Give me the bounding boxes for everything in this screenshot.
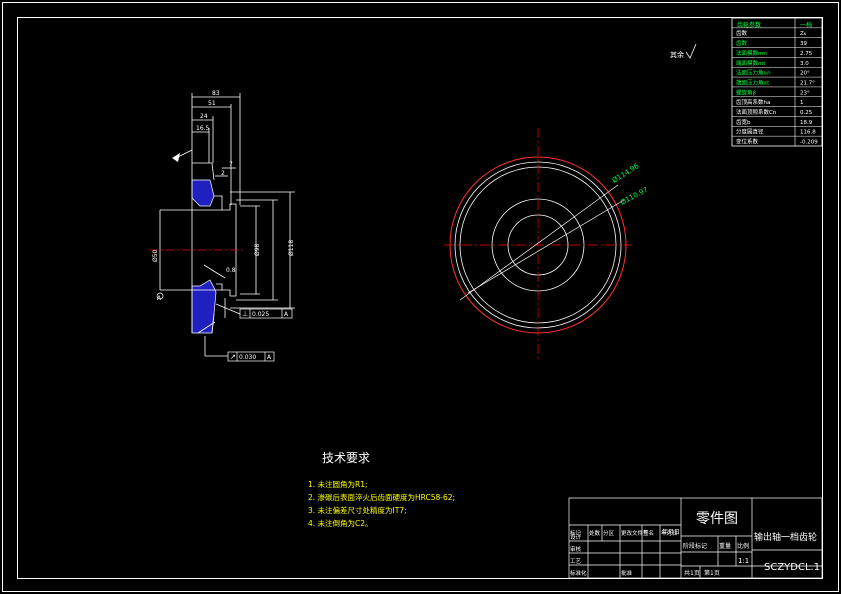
dim-24: 24	[200, 113, 208, 120]
tech-req-item-2: 2. 渗碳后表面淬火后齿面硬度为HRC58-62;	[308, 492, 455, 502]
dim-2: 2	[221, 170, 225, 177]
param-row-value: 39	[800, 41, 807, 47]
param-row-label: 法面顶隙系数Cn	[736, 108, 777, 116]
cad-drawing-canvas: ⊥ 0.025 A ↗ 0.030 A 83 51 24 16.5 7 2 0.…	[2, 2, 839, 592]
title-block-part-name: 输出轴一档齿轮	[754, 531, 817, 543]
param-row-value: 23°	[800, 90, 810, 96]
title-block-rev-label: 签名	[643, 529, 654, 537]
param-row-label: 齿宽b	[736, 118, 751, 126]
tech-req-item-1: 1. 未注圆角为R1;	[308, 479, 368, 489]
title-block-role-label: 工艺	[570, 558, 582, 565]
title-block-sheet-no: 第1页	[704, 569, 720, 577]
param-row-label: 法面压力角αn	[736, 69, 771, 77]
tol-2-value: 0.030	[239, 354, 256, 361]
tol-1-datum: A	[284, 311, 289, 318]
param-row-value: 21.7°	[800, 80, 815, 86]
dim-d98: Ø98	[254, 243, 261, 256]
param-row-value: Z₆	[800, 31, 807, 37]
tol-1-value: 0.025	[252, 311, 269, 318]
param-row-value: 3.0	[800, 61, 809, 67]
tol-2-datum: A	[267, 354, 272, 361]
outer-border	[2, 2, 839, 592]
param-row-label: 齿数	[736, 29, 748, 37]
param-row-value: 20°	[800, 71, 810, 77]
param-row-label: 端面压力角αt	[736, 78, 770, 86]
dim-d114-96: Ø114.96	[611, 162, 641, 185]
title-block-role-label: 设计	[570, 533, 582, 541]
title-block-title: 零件图	[696, 511, 738, 527]
param-header-value: 一档	[800, 21, 812, 29]
title-block-weight: 重量	[719, 542, 731, 550]
roughness-symbol-icon	[685, 43, 697, 59]
title-block-code: SCZYDCL.1	[764, 562, 820, 573]
roughness-mark	[172, 153, 180, 162]
diameter-leader	[459, 184, 619, 301]
param-row-label: 变位系数	[736, 138, 759, 146]
param-row-value: 116.8	[800, 130, 816, 136]
tol-1-symbol: ⊥	[242, 310, 248, 318]
param-header-label: 齿轮参数	[737, 21, 761, 29]
roughness-other-label: 其余	[670, 50, 684, 59]
dim-83: 83	[212, 90, 220, 97]
title-block-scale: 1:1	[738, 557, 749, 565]
title-block-sheet-total: 共1页	[684, 569, 700, 577]
title-block-scale-label: 比例	[737, 542, 749, 550]
tol-2-symbol: ↗	[230, 353, 236, 361]
tech-req-item-4: 4. 未注倒角为C2。	[308, 518, 373, 528]
param-row-label: 齿数	[736, 39, 748, 47]
title-block-rev-label: 分区	[603, 529, 615, 537]
side-section-view: ⊥ 0.025 A ↗ 0.030 A 83 51 24 16.5 7 2 0.…	[150, 90, 295, 362]
title-block-stage-mark: 阶段标记	[683, 542, 707, 550]
dim-d50: Ø50	[152, 249, 159, 262]
dim-d118: Ø118	[288, 240, 295, 256]
tolerance-frame-2: ↗ 0.030 A	[227, 351, 275, 362]
tech-req-item-3: 3. 未注偏差尺寸处精度为IT7;	[308, 505, 407, 515]
param-row-value: -0.209	[800, 140, 818, 146]
param-row-label: 齿顶高系数ha	[736, 98, 770, 106]
dim-16-5: 16.5	[196, 125, 210, 132]
dim-d110-97: Ø110.97	[619, 186, 649, 207]
front-view: Ø114.96 Ø110.97	[444, 128, 649, 362]
param-row-value: 18.9	[800, 120, 813, 126]
param-table: 齿轮参数 一档 齿数 Z₆ 齿数 39 法面模数mn 2.75 端面模数mt 3.0 法面压力角…	[731, 17, 823, 147]
dim-51: 51	[208, 100, 216, 107]
param-row-value: 2.75	[800, 51, 813, 57]
param-row-label: 分度圆直径	[736, 128, 764, 136]
title-block-role-label: 标准化	[570, 569, 587, 577]
dim-0-8: 0.8	[226, 267, 236, 274]
title-block-rev-label: 年月日	[661, 529, 678, 537]
section-rim-bottom	[191, 279, 217, 334]
param-row-value: 0.25	[800, 110, 813, 116]
dim-7: 7	[229, 161, 233, 168]
param-row-value: 1	[800, 100, 804, 106]
diameter-leader-2	[467, 199, 625, 294]
param-row-label: 螺旋角β	[736, 88, 757, 96]
title-block-rev-label: 处数	[589, 529, 601, 537]
title-block-role-label: 审核	[570, 545, 582, 553]
tolerance-frame-1: ⊥ 0.025 A	[239, 308, 293, 319]
tech-requirements: 技术要求 1. 未注圆角为R1; 2. 渗碳后表面淬火后齿面硬度为HRC58-6…	[308, 451, 455, 528]
title-block-role-label: 批准	[621, 569, 633, 577]
param-row-label: 端面模数mt	[736, 59, 766, 67]
section-rim-top	[191, 179, 215, 207]
tech-req-title: 技术要求	[322, 451, 370, 465]
param-row-label: 法面模数mn	[736, 49, 767, 57]
